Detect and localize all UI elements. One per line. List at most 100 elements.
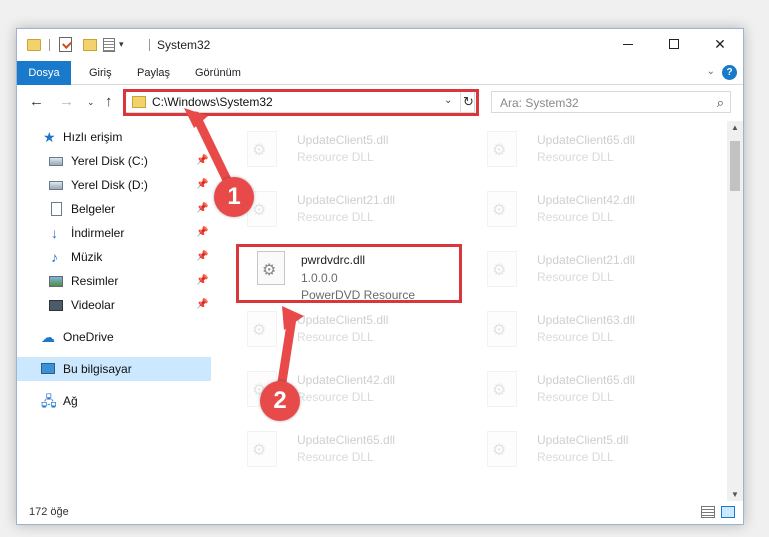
computer-icon [41, 363, 55, 374]
quick-access-dropdown[interactable]: ▾ [119, 39, 124, 50]
sidebar-item-label: Belgeler [71, 202, 116, 216]
file-description: Resource DLL [537, 150, 614, 164]
file-name: UpdateClient63.dll [537, 313, 636, 327]
file-item[interactable]: UpdateClient65.dll Resource DLL [477, 123, 707, 179]
file-item[interactable]: UpdateClient5.dll Resource DLL [237, 303, 467, 359]
file-name: UpdateClient5.dll [297, 133, 389, 147]
search-icon[interactable]: ⌕ [717, 95, 724, 111]
sidebar-item-pictures[interactable]: Resimler 📌 [17, 269, 211, 293]
file-item[interactable]: UpdateClient65.dll Resource DLL [477, 363, 707, 419]
file-description: Resource DLL [537, 450, 614, 464]
pin-icon[interactable]: 📌 [196, 155, 208, 166]
window-title: System32 [157, 38, 211, 52]
sidebar-item-label: Ağ [63, 394, 78, 408]
sidebar-item-videos[interactable]: Videolar 📌 [17, 293, 211, 317]
dll-file-icon [247, 431, 277, 467]
sidebar-item-label: Videolar [71, 298, 115, 312]
close-icon: ✕ [714, 35, 726, 52]
file-item[interactable]: UpdateClient65.dll Resource DLL [237, 423, 467, 479]
new-folder-icon[interactable] [83, 39, 97, 51]
divider [49, 39, 50, 51]
dll-file-icon [487, 131, 517, 167]
divider [149, 39, 150, 51]
scroll-up-arrow[interactable]: ▲ [731, 123, 739, 132]
file-name: UpdateClient65.dll [297, 433, 396, 447]
file-description: Resource DLL [297, 330, 374, 344]
help-icon[interactable]: ? [722, 65, 737, 80]
forward-button[interactable]: → [59, 93, 74, 110]
ribbon: Dosya Giriş Paylaş Görünüm ⌄ ? [17, 61, 743, 85]
address-highlight-box [123, 89, 479, 116]
sidebar-item-local-disk-c[interactable]: Yerel Disk (C:) 📌 [17, 149, 211, 173]
file-description: Resource DLL [537, 210, 614, 224]
maximize-button[interactable] [651, 29, 697, 59]
file-highlight-box [236, 244, 462, 303]
dll-file-icon [487, 191, 517, 227]
file-item[interactable]: UpdateClient5.dll Resource DLL [477, 423, 707, 479]
tab-gorunum[interactable]: Görünüm [187, 61, 249, 85]
sidebar-item-local-disk-d[interactable]: Yerel Disk (D:) 📌 [17, 173, 211, 197]
scroll-down-arrow[interactable]: ▼ [731, 490, 739, 499]
minimize-button[interactable] [605, 29, 651, 59]
file-item[interactable]: UpdateClient63.dll Resource DLL [477, 303, 707, 359]
recent-locations-button[interactable]: ⌄ [87, 97, 95, 108]
file-description: Resource DLL [537, 390, 614, 404]
file-name: UpdateClient65.dll [537, 373, 636, 387]
properties-check-icon[interactable] [59, 37, 72, 52]
search-input[interactable]: Ara: System32 ⌕ [491, 91, 731, 113]
file-description: Resource DLL [297, 210, 374, 224]
large-icons-view-icon[interactable] [721, 506, 735, 518]
dll-file-icon [487, 311, 517, 347]
pin-icon[interactable]: 📌 [196, 203, 208, 214]
sidebar-item-network[interactable]: 🖧 Ağ [17, 389, 211, 413]
sidebar-item-documents[interactable]: Belgeler 📌 [17, 197, 211, 221]
file-item[interactable]: UpdateClient21.dll Resource DLL [237, 183, 467, 239]
up-button[interactable]: ↑ [105, 93, 113, 110]
sidebar-item-quick-access[interactable]: ★ Hızlı erişim [17, 125, 211, 149]
navigation-pane: ★ Hızlı erişim Yerel Disk (C:) 📌 Yerel D… [17, 121, 211, 501]
cloud-icon: ☁ [41, 329, 55, 345]
file-item[interactable]: UpdateClient42.dll Resource DLL [477, 183, 707, 239]
network-icon: 🖧 [41, 393, 57, 409]
tab-dosya[interactable]: Dosya [17, 61, 71, 85]
pin-icon[interactable]: 📌 [196, 251, 208, 262]
tab-paylas[interactable]: Paylaş [129, 61, 178, 85]
file-item[interactable]: UpdateClient21.dll Resource DLL [477, 243, 707, 299]
pin-icon[interactable]: 📌 [196, 299, 208, 310]
step-2-badge: 2 [260, 381, 300, 421]
scroll-thumb[interactable] [730, 141, 740, 191]
pin-icon[interactable]: 📌 [196, 179, 208, 190]
item-count: 172 öğe [29, 506, 69, 518]
minimize-icon [623, 43, 633, 45]
dll-file-icon [247, 131, 277, 167]
file-description: Resource DLL [297, 450, 374, 464]
properties-icon[interactable] [103, 38, 115, 52]
ribbon-collapse-icon[interactable]: ⌄ [707, 66, 715, 77]
details-view-icon[interactable] [701, 506, 715, 518]
sidebar-item-music[interactable]: ♪ Müzik 📌 [17, 245, 211, 269]
dll-file-icon [487, 431, 517, 467]
file-list: UpdateClient5.dll Resource DLL UpdateCli… [229, 121, 723, 501]
pictures-icon [49, 276, 63, 287]
file-description: Resource DLL [537, 330, 614, 344]
sidebar-item-label: Bu bilgisayar [63, 362, 132, 376]
star-icon: ★ [43, 129, 56, 145]
file-item[interactable]: UpdateClient5.dll Resource DLL [237, 123, 467, 179]
file-name: UpdateClient21.dll [537, 253, 636, 267]
sidebar-item-onedrive[interactable]: ☁ OneDrive [17, 325, 211, 349]
sidebar-item-label: Müzik [71, 250, 103, 264]
back-button[interactable]: ← [29, 93, 44, 110]
search-placeholder: Ara: System32 [500, 96, 579, 110]
close-button[interactable]: ✕ [697, 29, 743, 59]
vertical-scrollbar[interactable]: ▲ ▼ [727, 121, 743, 501]
sidebar-item-downloads[interactable]: ↓ İndirmeler 📌 [17, 221, 211, 245]
tab-giris[interactable]: Giriş [81, 61, 120, 85]
sidebar-item-this-pc[interactable]: Bu bilgisayar [17, 357, 211, 381]
sidebar-item-label: Resimler [71, 274, 119, 288]
file-description: Resource DLL [537, 270, 614, 284]
pin-icon[interactable]: 📌 [196, 275, 208, 286]
file-description: Resource DLL [297, 150, 374, 164]
dll-file-icon [247, 311, 277, 347]
file-name: UpdateClient65.dll [537, 133, 636, 147]
pin-icon[interactable]: 📌 [196, 227, 208, 238]
